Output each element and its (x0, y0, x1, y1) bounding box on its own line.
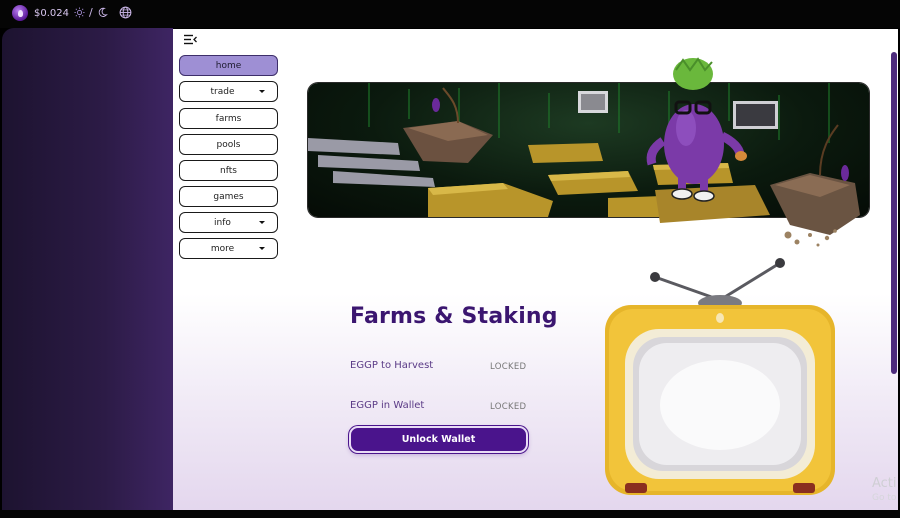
nav-farms-button[interactable]: farms (179, 108, 278, 129)
nav-home-button[interactable]: home (179, 55, 278, 76)
nav-home-label: home (215, 60, 242, 71)
nav-games-label: games (213, 191, 244, 202)
activation-watermark: Acti (872, 476, 897, 491)
caret-down-icon (259, 90, 265, 93)
nav-trade-button[interactable]: trade (179, 81, 278, 102)
sun-icon[interactable] (74, 7, 85, 18)
nav-info-button[interactable]: info (179, 212, 278, 233)
top-bar: $0.024 / (0, 0, 900, 28)
wallet-label: EGGP in Wallet (350, 400, 425, 411)
nav-nfts-label: nfts (220, 165, 237, 176)
nav-farms-label: farms (215, 113, 242, 124)
caret-down-icon (259, 247, 265, 250)
farms-title: Farms & Staking (350, 304, 558, 329)
eggplant-mascot (646, 57, 747, 202)
eggp-token-icon (12, 5, 28, 21)
nav-more-label: more (210, 243, 235, 254)
bottom-strip (0, 510, 900, 518)
theme-switcher[interactable]: / (74, 6, 108, 19)
scrollbar[interactable] (891, 52, 897, 374)
token-price[interactable]: $0.024 (12, 5, 69, 21)
wallet-value: LOCKED (490, 402, 527, 412)
nav-trade-label: trade (210, 86, 235, 97)
floating-island-art (655, 124, 860, 247)
unlock-wallet-button[interactable]: Unlock Wallet (349, 426, 528, 453)
nav-nfts-button[interactable]: nfts (179, 160, 278, 181)
moon-icon[interactable] (97, 7, 108, 18)
harvest-value: LOCKED (490, 362, 527, 372)
sidebar-background (2, 28, 173, 510)
caret-down-icon (259, 221, 265, 224)
nav-pools-button[interactable]: pools (179, 134, 278, 155)
price-text: $0.024 (34, 7, 69, 19)
harvest-label: EGGP to Harvest (350, 360, 434, 371)
activation-watermark-sub: Go to (872, 493, 897, 503)
theme-separator: / (89, 6, 93, 19)
nav-more-button[interactable]: more (179, 238, 278, 259)
nav-games-button[interactable]: games (179, 186, 278, 207)
menu-collapse-icon[interactable] (184, 34, 197, 45)
nav-pools-label: pools (216, 139, 241, 150)
retro-tv-illustration (605, 258, 835, 495)
globe-icon[interactable] (119, 6, 132, 19)
nav-info-label: info (214, 217, 231, 228)
